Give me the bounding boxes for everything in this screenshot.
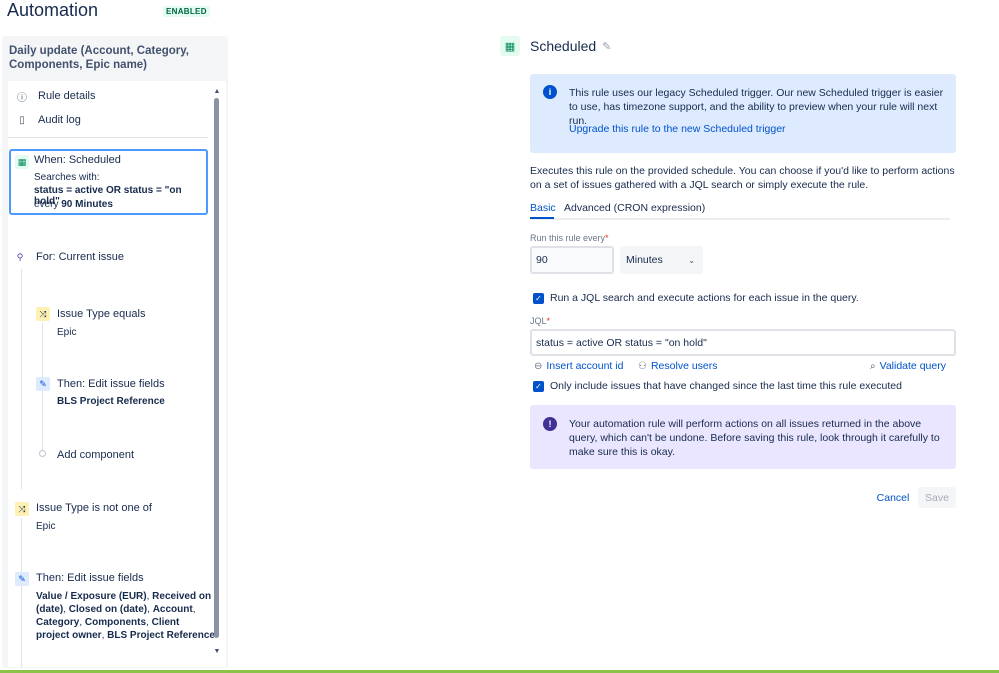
run-every-input[interactable]: 90 (530, 246, 614, 274)
rule-sidebar: Daily update (Account, Category, Compone… (2, 36, 228, 668)
info-message: This rule uses our legacy Scheduled trig… (569, 87, 944, 127)
users-icon: ⚇ (638, 360, 647, 372)
divider (8, 137, 208, 138)
unit-select-value: Minutes (626, 254, 663, 266)
warning-message: Your automation rule will perform action… (569, 418, 940, 458)
warning-icon: ! (543, 417, 557, 431)
status-badge: ENABLED (163, 6, 210, 17)
condition-value: Epic (57, 327, 77, 338)
jql-label: JQL* (530, 316, 551, 326)
only-changed-checkbox[interactable]: ✓ (533, 381, 544, 392)
condition-issue-type-equals[interactable]: Issue Type equals (57, 308, 145, 320)
cancel-button[interactable]: Cancel (872, 488, 914, 508)
insert-account-id-label: Insert account id (546, 360, 624, 372)
jql-input[interactable]: status = active OR status = "on hold" (530, 329, 956, 356)
nav-rule-details[interactable]: ⓘ Rule details (8, 87, 95, 105)
tab-advanced[interactable]: Advanced (CRON expression) (564, 202, 705, 214)
trigger-searches-label: Searches with: (34, 172, 100, 183)
schedule-tabs: Basic Advanced (CRON expression) (530, 201, 950, 220)
resolve-users-link[interactable]: ⚇ Resolve users (638, 360, 718, 372)
upgrade-trigger-link[interactable]: Upgrade this rule to the new Scheduled t… (569, 123, 786, 135)
resolve-users-label: Resolve users (650, 360, 718, 372)
branch-line (21, 269, 22, 489)
condition-icon: ⤨ (15, 502, 29, 516)
condition-value: Epic (36, 521, 56, 532)
info-icon: ⓘ (17, 92, 27, 104)
info-icon: i (543, 85, 557, 99)
add-node-icon (39, 450, 46, 457)
rule-name: Daily update (Account, Category, Compone… (9, 45, 189, 71)
chevron-down-icon: ⌄ (688, 255, 695, 265)
component-title: Scheduled (530, 38, 597, 54)
nav-audit-log-label: Audit log (38, 114, 81, 126)
scrollbar-thumb[interactable] (214, 98, 219, 638)
calendar-icon: ▦ (15, 155, 29, 169)
search-icon: ⌕ (870, 360, 876, 372)
info-panel: i This rule uses our legacy Scheduled tr… (530, 74, 956, 153)
nav-rule-details-label: Rule details (38, 90, 96, 102)
branch-icon: ⚲ (13, 250, 27, 264)
tab-basic[interactable]: Basic (530, 202, 556, 214)
action-field: BLS Project Reference (57, 396, 165, 407)
trigger-card[interactable]: ▦ When: Scheduled Searches with: status … (9, 149, 208, 215)
scroll-up-icon[interactable]: ▲ (213, 88, 221, 95)
run-jql-label: Run a JQL search and execute actions for… (550, 292, 859, 304)
trigger-description: Executes this rule on the provided sched… (530, 165, 955, 191)
every-value: 90 Minutes (61, 199, 113, 210)
every-prefix: every (34, 199, 59, 210)
run-every-label: Run this rule every* (530, 233, 609, 243)
edit-icon: ✎ (36, 377, 50, 391)
edit-icon: ✎ (15, 572, 29, 586)
unit-select[interactable]: Minutes ⌄ (620, 246, 703, 274)
trigger-title: When: Scheduled (34, 154, 121, 166)
user-icon: ⊖ (534, 360, 543, 372)
calendar-icon: ▦ (500, 36, 520, 56)
trigger-every: every 90 Minutes (34, 199, 113, 210)
insert-account-id-link[interactable]: ⊖ Insert account id (534, 360, 623, 372)
nav-audit-log[interactable]: ▯ Audit log (8, 111, 81, 129)
rule-flow-panel: ⓘ Rule details ▯ Audit log ▦ When: Sched… (8, 81, 226, 667)
validate-query-label: Validate query (879, 360, 946, 372)
scrollbar[interactable]: ▲ ▼ (213, 88, 221, 658)
component-header: ▦ Scheduled ✎ (500, 36, 611, 56)
warning-panel: ! Your automation rule will perform acti… (530, 405, 956, 469)
action-fields-list: Value / Exposure (EUR), Received on (dat… (36, 591, 215, 641)
only-changed-label: Only include issues that have changed si… (550, 380, 902, 392)
action-edit-issue-fields[interactable]: Then: Edit issue fields (57, 378, 165, 390)
pencil-icon[interactable]: ✎ (602, 40, 611, 53)
action-edit-issue-fields[interactable]: Then: Edit issue fields (36, 572, 144, 584)
document-icon: ▯ (19, 114, 25, 126)
branch-title[interactable]: For: Current issue (36, 251, 124, 263)
validate-query-link[interactable]: ⌕ Validate query (870, 360, 946, 372)
condition-icon: ⤨ (36, 307, 50, 321)
save-button[interactable]: Save (918, 487, 956, 508)
scroll-down-icon[interactable]: ▼ (213, 648, 221, 655)
add-component-button[interactable]: Add component (57, 449, 134, 461)
tab-active-indicator (530, 217, 554, 219)
condition-line (21, 518, 22, 667)
run-jql-checkbox[interactable]: ✓ (533, 293, 544, 304)
page-title: Automation (7, 0, 99, 20)
condition-issue-type-not-one-of[interactable]: Issue Type is not one of (36, 502, 152, 514)
